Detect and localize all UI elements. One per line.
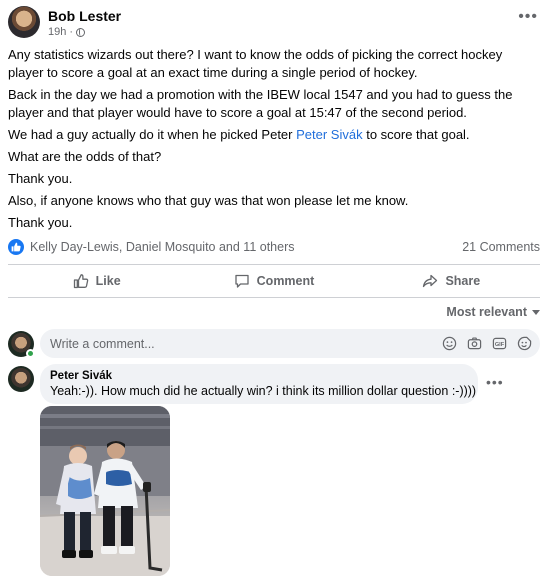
globe-icon [76, 27, 86, 37]
author-name[interactable]: Bob Lester [48, 8, 121, 24]
post-paragraph-mention: We had a guy actually do it when he pick… [8, 126, 540, 144]
commenter-name[interactable]: Peter Sivák [50, 369, 468, 383]
more-options-icon[interactable]: ••• [518, 9, 538, 25]
sticker-icon[interactable] [516, 335, 532, 351]
comment-icon [235, 274, 249, 288]
comment-text: Yeah:-)). How much did he actually win? … [50, 384, 477, 398]
thumbs-up-icon [73, 274, 88, 289]
reactions-bar: Kelly Day-Lewis, Daniel Mosquito and 11 … [8, 238, 540, 258]
camera-icon[interactable] [466, 335, 482, 351]
emoji-icon[interactable] [441, 335, 457, 351]
reactors-list[interactable]: Kelly Day-Lewis, Daniel Mosquito and 11 … [30, 240, 294, 254]
gif-icon[interactable]: GIF [491, 335, 507, 351]
action-bar: Like Comment Share [8, 266, 540, 296]
post-paragraph: Thank you. [8, 215, 73, 230]
like-button[interactable]: Like [8, 266, 185, 296]
comment-label: Comment [256, 274, 315, 288]
caret-down-icon [532, 309, 540, 315]
online-status-dot [26, 349, 35, 358]
post-paragraph: What are the odds of that? [8, 149, 162, 164]
like-reaction-icon[interactable] [8, 239, 24, 255]
mention-link[interactable]: Peter Sivák [296, 127, 362, 142]
post-paragraph: Any statistics wizards out there? I want… [8, 47, 503, 80]
mention-before: We had a guy actually do it when he pick… [8, 127, 297, 142]
comment-count[interactable]: 21 Comments [462, 240, 540, 254]
share-label: Share [445, 274, 481, 288]
comment-sort-dropdown[interactable]: Most relevant [446, 305, 540, 319]
post-time[interactable]: 19h [48, 26, 66, 38]
like-label: Like [95, 274, 121, 288]
divider [8, 297, 540, 298]
comment-more-icon[interactable]: ••• [486, 375, 504, 389]
share-button[interactable]: Share [363, 266, 540, 296]
sort-label: Most relevant [446, 305, 527, 319]
comment-photo[interactable] [40, 406, 170, 576]
post-meta: 19h · [48, 26, 86, 38]
share-icon [423, 274, 438, 288]
comment-input[interactable] [50, 329, 430, 358]
post-paragraph: Back in the day we had a promotion with … [8, 87, 513, 120]
post-paragraph: Thank you. [8, 171, 73, 186]
composer-icons: GIF [441, 335, 532, 351]
svg-text:GIF: GIF [494, 341, 504, 347]
comment-composer[interactable]: GIF [40, 329, 540, 358]
post-body: Any statistics wizards out there? I want… [8, 46, 540, 236]
meta-separator: · [69, 26, 74, 38]
commenter-avatar[interactable] [8, 366, 34, 392]
divider [8, 264, 540, 265]
comment-bubble: Peter Sivák Yeah:-)). How much did he ac… [40, 364, 478, 404]
post-paragraph: Also, if anyone knows who that guy was t… [8, 193, 409, 208]
post-header: Bob Lester 19h · ••• [8, 6, 540, 42]
author-avatar[interactable] [8, 6, 40, 38]
comment-button[interactable]: Comment [185, 266, 362, 296]
mention-after: to score that goal. [362, 127, 470, 142]
